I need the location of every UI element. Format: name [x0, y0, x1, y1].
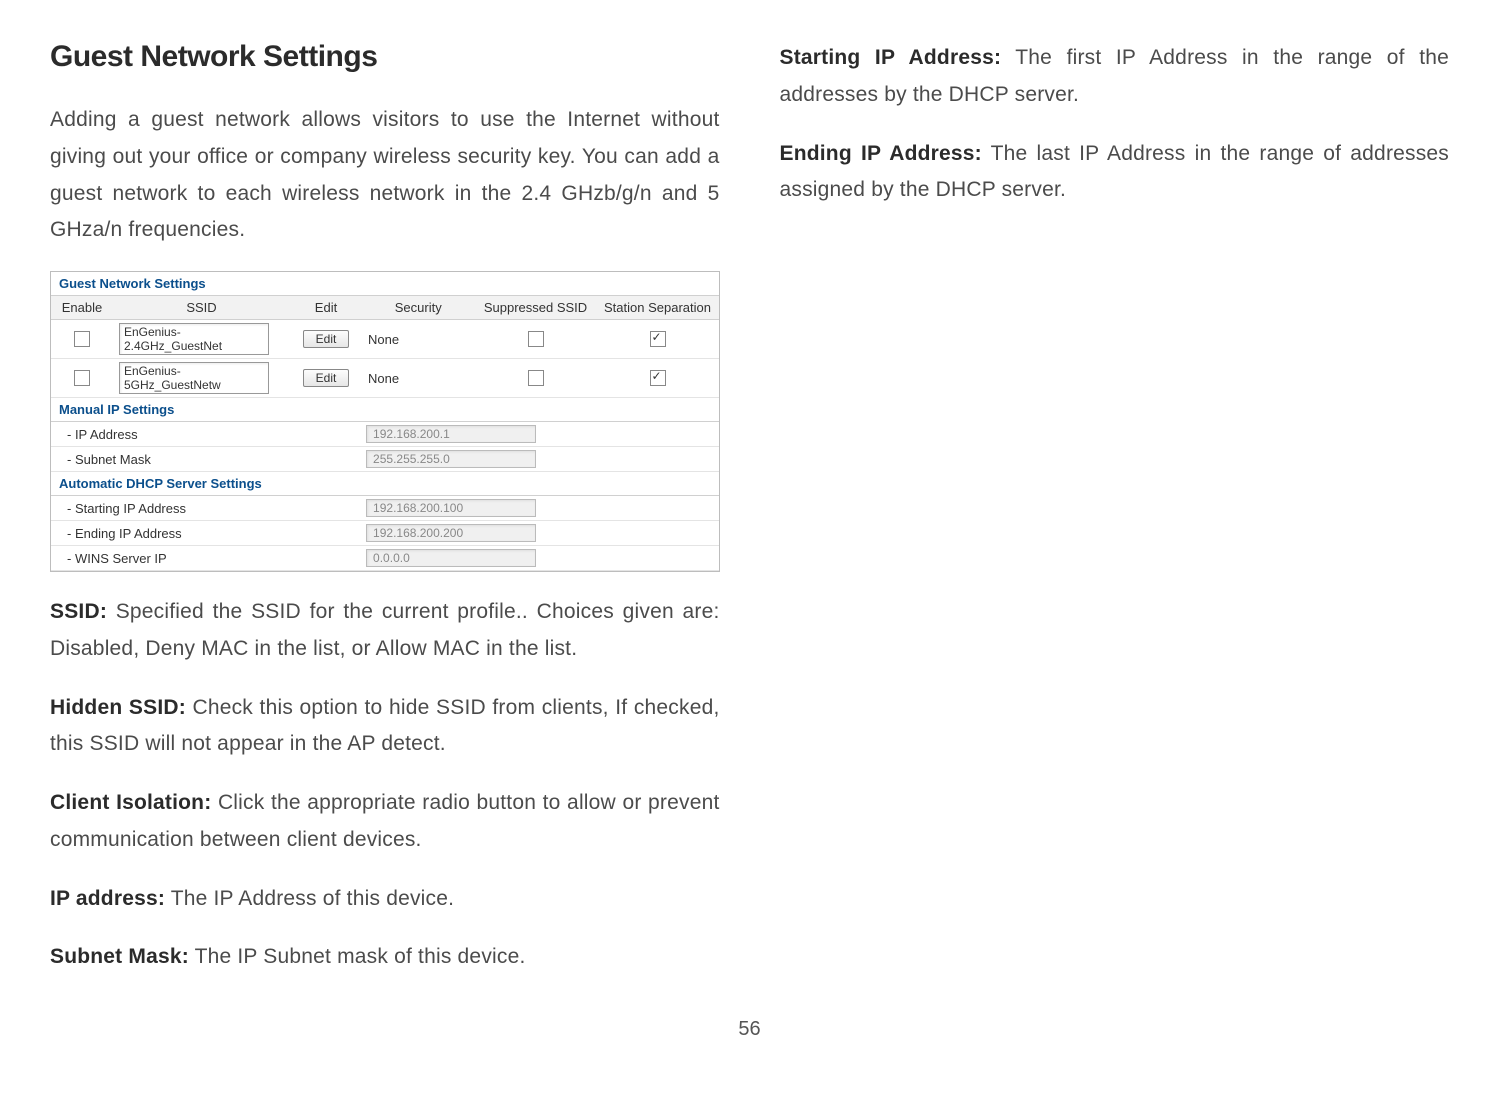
edit-button[interactable]: Edit — [303, 330, 350, 348]
page-title: Guest Network Settings — [50, 40, 720, 74]
kv-row: - WINS Server IP 0.0.0.0 — [51, 546, 719, 571]
col-enable: Enable — [51, 296, 113, 320]
client-isolation-paragraph: Client Isolation: Click the appropriate … — [50, 785, 720, 859]
panel-title: Guest Network Settings — [51, 272, 719, 296]
guest-network-panel: Guest Network Settings Enable SSID Edit … — [50, 271, 720, 572]
table-row: EnGenius-5GHz_GuestNetw Edit None — [51, 359, 719, 398]
kv-label: - Ending IP Address — [51, 521, 358, 546]
kv-row: - Ending IP Address 192.168.200.200 — [51, 521, 719, 546]
ip-address-input[interactable]: 192.168.200.1 — [366, 425, 536, 443]
subnet-mask-input[interactable]: 255.255.255.0 — [366, 450, 536, 468]
kv-label: - Subnet Mask — [51, 447, 358, 472]
ssid-input[interactable]: EnGenius-5GHz_GuestNetw — [119, 362, 269, 394]
col-suppressed: Suppressed SSID — [475, 296, 597, 320]
kv-row: - IP Address 192.168.200.1 — [51, 422, 719, 447]
right-column: Starting IP Address: The first IP Addres… — [780, 40, 1450, 998]
suppressed-checkbox[interactable] — [528, 331, 544, 347]
col-station: Station Separation — [597, 296, 719, 320]
subnet-mask-paragraph: Subnet Mask: The IP Subnet mask of this … — [50, 939, 720, 976]
kv-row: - Subnet Mask 255.255.255.0 — [51, 447, 719, 472]
dhcp-table: - Starting IP Address 192.168.200.100 - … — [51, 496, 719, 571]
kv-label: - IP Address — [51, 422, 358, 447]
starting-ip-label: Starting IP Address: — [780, 46, 1002, 69]
security-value: None — [362, 320, 475, 359]
ssid-label: SSID: — [50, 600, 107, 623]
kv-row: - Starting IP Address 192.168.200.100 — [51, 496, 719, 521]
page-number: 56 — [50, 1018, 1449, 1041]
suppressed-checkbox[interactable] — [528, 370, 544, 386]
left-column: Guest Network Settings Adding a guest ne… — [50, 40, 720, 998]
enable-checkbox[interactable] — [74, 331, 90, 347]
col-edit: Edit — [290, 296, 362, 320]
wins-ip-input[interactable]: 0.0.0.0 — [366, 549, 536, 567]
enable-checkbox[interactable] — [74, 370, 90, 386]
kv-label: - Starting IP Address — [51, 496, 358, 521]
hidden-ssid-label: Hidden SSID: — [50, 696, 186, 719]
hidden-ssid-paragraph: Hidden SSID: Check this option to hide S… — [50, 690, 720, 764]
subnet-mask-text: The IP Subnet mask of this device. — [189, 945, 526, 968]
client-isolation-label: Client Isolation: — [50, 791, 211, 814]
intro-paragraph: Adding a guest network allows visitors t… — [50, 102, 720, 249]
manual-ip-table: - IP Address 192.168.200.1 - Subnet Mask… — [51, 422, 719, 472]
starting-ip-paragraph: Starting IP Address: The first IP Addres… — [780, 40, 1450, 114]
station-checkbox[interactable] — [650, 370, 666, 386]
ip-address-paragraph: IP address: The IP Address of this devic… — [50, 881, 720, 918]
ending-ip-paragraph: Ending IP Address: The last IP Address i… — [780, 136, 1450, 210]
edit-button[interactable]: Edit — [303, 369, 350, 387]
network-table: Enable SSID Edit Security Suppressed SSI… — [51, 296, 719, 398]
content-columns: Guest Network Settings Adding a guest ne… — [50, 40, 1449, 998]
col-ssid: SSID — [113, 296, 290, 320]
security-value: None — [362, 359, 475, 398]
dhcp-title: Automatic DHCP Server Settings — [51, 472, 719, 496]
subnet-mask-label: Subnet Mask: — [50, 945, 189, 968]
ip-address-label: IP address: — [50, 887, 165, 910]
ending-ip-label: Ending IP Address: — [780, 142, 982, 165]
col-security: Security — [362, 296, 475, 320]
ip-address-text: The IP Address of this device. — [165, 887, 454, 910]
ending-ip-input[interactable]: 192.168.200.200 — [366, 524, 536, 542]
ssid-text: Specified the SSID for the current profi… — [50, 600, 720, 660]
ssid-paragraph: SSID: Specified the SSID for the current… — [50, 594, 720, 668]
manual-ip-title: Manual IP Settings — [51, 398, 719, 422]
ssid-input[interactable]: EnGenius-2.4GHz_GuestNet — [119, 323, 269, 355]
starting-ip-input[interactable]: 192.168.200.100 — [366, 499, 536, 517]
kv-label: - WINS Server IP — [51, 546, 358, 571]
table-row: EnGenius-2.4GHz_GuestNet Edit None — [51, 320, 719, 359]
station-checkbox[interactable] — [650, 331, 666, 347]
